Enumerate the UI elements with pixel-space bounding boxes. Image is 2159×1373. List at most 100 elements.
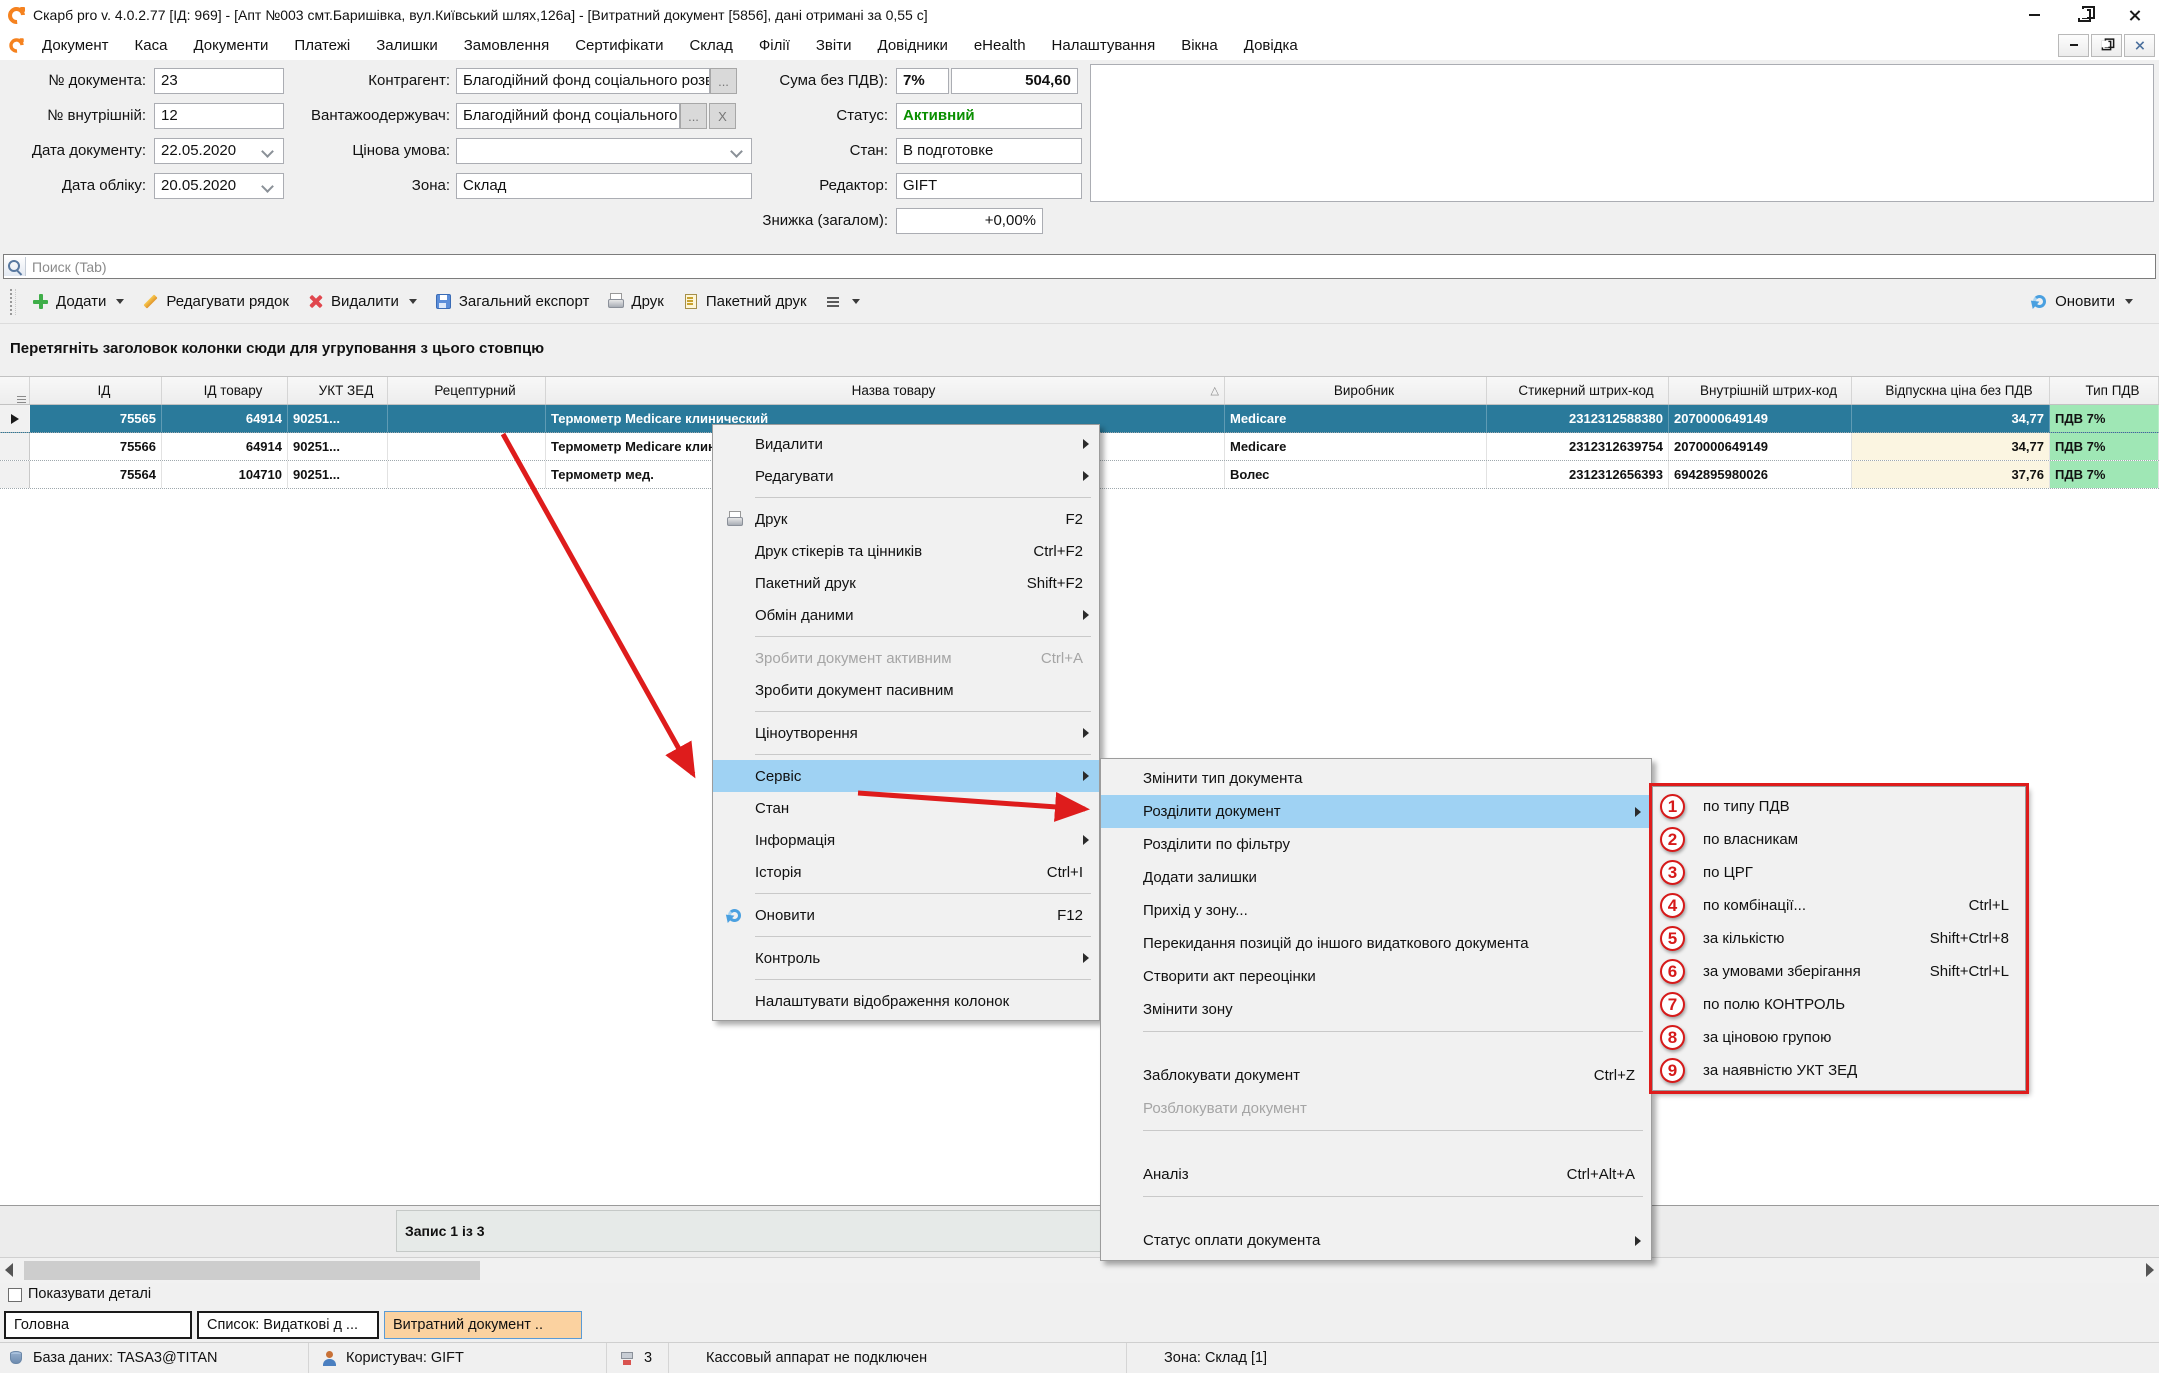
context-menu-item[interactable]: 7 по полю КОНТРОЛЬ <box>1653 988 2025 1021</box>
contractor-lookup-button[interactable]: ... <box>710 68 737 94</box>
context-menu-item[interactable] <box>1101 1191 1651 1224</box>
menu-item[interactable]: Сертифікати <box>562 31 676 60</box>
menu-item[interactable]: Документ <box>29 31 122 60</box>
column-header[interactable]: Тип ПДВ <box>2050 377 2159 404</box>
scrollbar-thumb[interactable] <box>24 1261 480 1280</box>
discount-field[interactable]: +0,00% <box>896 208 1043 234</box>
context-menu-item[interactable]: Стан <box>713 792 1099 824</box>
comment-area[interactable] <box>1090 64 2154 202</box>
menu-item[interactable]: Довідка <box>1231 31 1311 60</box>
menu-item[interactable]: eHealth <box>961 31 1039 60</box>
context-menu-item[interactable]: 1 по типу ПДВ <box>1653 790 2025 823</box>
bottom-tab[interactable]: Список: Видаткові д ... <box>197 1311 379 1339</box>
context-menu-item[interactable]: 8 за ціновою групою <box>1653 1021 2025 1054</box>
column-header[interactable]: Рецептурний <box>388 377 546 404</box>
menu-item[interactable]: Налаштування <box>1039 31 1169 60</box>
consignee-lookup-button[interactable]: ... <box>680 103 707 129</box>
mdi-restore-button[interactable] <box>2091 34 2122 57</box>
bottom-tab[interactable]: Витратний документ .. <box>384 1311 582 1339</box>
search-icon-box[interactable] <box>4 257 26 276</box>
column-header[interactable] <box>0 377 30 404</box>
toolbar-button[interactable]: Додати <box>32 293 124 310</box>
context-menu-item[interactable]: Налаштувати відображення колонок <box>713 985 1099 1017</box>
contractor-field[interactable]: Благодійний фонд соціального розв <box>456 68 710 94</box>
consignee-clear-button[interactable]: X <box>709 103 736 129</box>
context-menu-item[interactable]: Аналіз Ctrl+Alt+A <box>1101 1158 1651 1191</box>
context-menu-item[interactable]: Розділити документ <box>1101 795 1651 828</box>
context-menu-item[interactable]: Додати залишки <box>1101 861 1651 894</box>
context-menu-item[interactable]: Прихід у зону... <box>1101 894 1651 927</box>
context-menu-item[interactable] <box>713 888 1099 899</box>
context-menu-item[interactable]: 2 по власникам <box>1653 823 2025 856</box>
search-input[interactable]: Поиск (Tab) <box>3 254 2156 279</box>
column-header[interactable]: Відпускна ціна без ПДВ <box>1852 377 2050 404</box>
context-menu-item[interactable]: Заблокувати документ Ctrl+Z <box>1101 1059 1651 1092</box>
context-menu-item[interactable]: Створити акт переоцінки <box>1101 960 1651 993</box>
restore-button[interactable] <box>2059 0 2109 30</box>
context-menu-item[interactable]: Перекидання позицій до іншого видатковог… <box>1101 927 1651 960</box>
context-menu-item[interactable]: Зробити документ активним Ctrl+A <box>713 642 1099 674</box>
toolbar-button[interactable]: Загальний експорт <box>435 293 590 310</box>
menu-item[interactable]: Вікна <box>1168 31 1231 60</box>
context-menu-item[interactable] <box>713 974 1099 985</box>
menu-item[interactable]: Склад <box>676 31 745 60</box>
menu-item[interactable]: Платежі <box>281 31 363 60</box>
context-menu-item[interactable]: 9 за наявністю УКТ ЗЕД <box>1653 1054 2025 1087</box>
context-menu-item[interactable]: Видалити <box>713 428 1099 460</box>
internal-number-field[interactable]: 12 <box>154 103 284 129</box>
context-menu-item[interactable] <box>713 706 1099 717</box>
context-menu-item[interactable]: Ціноутворення <box>713 717 1099 749</box>
zone-field[interactable]: Склад <box>456 173 752 199</box>
menu-item[interactable]: Залишки <box>363 31 451 60</box>
context-menu-item[interactable] <box>1101 1026 1651 1059</box>
context-menu-item[interactable]: Сервіс <box>713 760 1099 792</box>
context-menu-item[interactable]: Обмін даними <box>713 599 1099 631</box>
column-header[interactable]: УКТ ЗЕД <box>288 377 388 404</box>
column-header[interactable]: Виробник <box>1225 377 1487 404</box>
bottom-tab[interactable]: Головна <box>4 1311 192 1339</box>
column-header[interactable]: Назва товару △ <box>546 377 1225 404</box>
context-menu-item[interactable] <box>713 749 1099 760</box>
mdi-close-button[interactable] <box>2124 34 2155 57</box>
context-menu-item[interactable]: 4 по комбінації... Ctrl+L <box>1653 889 2025 922</box>
toolbar-button[interactable]: Пакетний друк <box>682 293 807 310</box>
context-menu-item[interactable] <box>713 492 1099 503</box>
column-header[interactable]: ІД товару <box>162 377 288 404</box>
context-menu-item[interactable]: Історія Ctrl+I <box>713 856 1099 888</box>
context-menu-item[interactable]: 3 по ЦРГ <box>1653 856 2025 889</box>
toolbar-button[interactable]: Видалити <box>307 293 417 310</box>
toolbar-button[interactable] <box>825 293 860 310</box>
context-menu-item[interactable]: Статус оплати документа <box>1101 1224 1651 1257</box>
price-condition-field[interactable] <box>456 138 752 164</box>
context-menu-item[interactable] <box>1101 1125 1651 1158</box>
close-button[interactable] <box>2109 0 2159 30</box>
minimize-button[interactable] <box>2009 0 2059 30</box>
context-menu-item[interactable]: Розділити по фільтру <box>1101 828 1651 861</box>
doc-number-field[interactable]: 23 <box>154 68 284 94</box>
context-menu-item[interactable]: Оновити F12 <box>713 899 1099 931</box>
menu-item[interactable]: Довідники <box>865 31 961 60</box>
context-menu-item[interactable]: Редагувати <box>713 460 1099 492</box>
mdi-minimize-button[interactable] <box>2058 34 2089 57</box>
column-header[interactable]: ІД <box>30 377 162 404</box>
menu-item[interactable]: Звіти <box>803 31 865 60</box>
context-menu-item[interactable]: 5 за кількістю Shift+Ctrl+8 <box>1653 922 2025 955</box>
context-menu-item[interactable]: Розблокувати документ <box>1101 1092 1651 1125</box>
context-menu-item[interactable] <box>713 631 1099 642</box>
context-menu-item[interactable] <box>713 931 1099 942</box>
toolbar-grip[interactable] <box>10 289 16 315</box>
column-header[interactable]: Внутрішній штрих-код <box>1669 377 1852 404</box>
horizontal-scrollbar[interactable] <box>0 1257 2159 1283</box>
context-menu-item[interactable]: 6 за умовами зберігання Shift+Ctrl+L <box>1653 955 2025 988</box>
context-menu-item[interactable]: Контроль <box>713 942 1099 974</box>
toolbar-button[interactable]: Друк <box>607 293 663 310</box>
context-menu-item[interactable]: Друк F2 <box>713 503 1099 535</box>
context-menu-item[interactable]: Інформація <box>713 824 1099 856</box>
menu-item[interactable]: Філії <box>746 31 803 60</box>
context-menu-item[interactable]: Змінити зону <box>1101 993 1651 1026</box>
show-details-checkbox[interactable] <box>8 1288 22 1302</box>
scroll-left-icon[interactable] <box>5 1263 13 1277</box>
context-menu-item[interactable]: Змінити тип документа <box>1101 762 1651 795</box>
scroll-right-icon[interactable] <box>2146 1263 2154 1277</box>
column-header[interactable]: Стикерний штрих-код <box>1487 377 1669 404</box>
